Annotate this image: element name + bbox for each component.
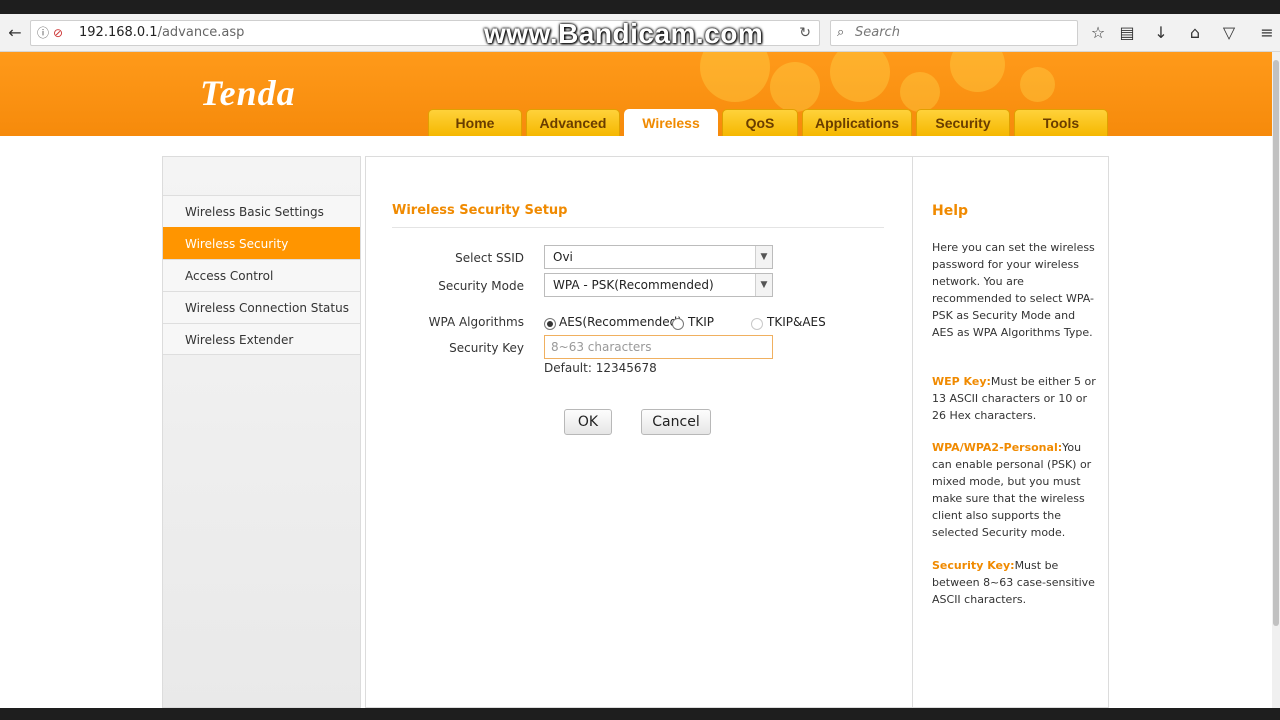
help-sec-key: Security Key:: [932, 559, 1015, 572]
section-divider: [392, 227, 884, 228]
bookmark-star-icon[interactable]: ☆: [1087, 22, 1109, 44]
decor-bubble: [700, 52, 770, 102]
cancel-button[interactable]: Cancel: [641, 409, 711, 435]
security-key-placeholder: 8~63 characters: [551, 340, 652, 354]
router-header: Tenda Home Advanced Wireless QoS Applica…: [0, 52, 1272, 136]
section-title: Wireless Security Setup: [392, 203, 568, 218]
help-wep: WEP Key:Must be either 5 or 13 ASCII cha…: [932, 373, 1100, 424]
radio-aes[interactable]: [544, 318, 556, 330]
radio-tkip-label: TKIP: [688, 315, 714, 329]
help-divider: [912, 157, 913, 709]
download-icon[interactable]: ↓: [1150, 22, 1172, 44]
sidebar-item-wireless-security[interactable]: Wireless Security: [163, 227, 360, 259]
radio-tkip-aes[interactable]: [751, 318, 763, 330]
decor-bubble: [950, 52, 1005, 92]
help-intro: Here you can set the wireless password f…: [932, 241, 1095, 339]
url-path: /advance.asp: [157, 25, 245, 40]
tab-wireless[interactable]: Wireless: [624, 109, 718, 136]
url-host: 192.168.0.1: [79, 25, 158, 40]
help-wep-key: WEP Key:: [932, 375, 991, 388]
reading-list-icon[interactable]: ▤: [1116, 22, 1138, 44]
menu-icon[interactable]: ≡: [1256, 22, 1278, 44]
recorder-watermark: www.Bandicam.com: [484, 18, 764, 49]
ssid-label: Select SSID: [455, 251, 524, 265]
sidebar: Wireless Basic Settings Wireless Securit…: [162, 156, 361, 708]
chevron-down-icon[interactable]: ▼: [755, 246, 772, 268]
decor-bubble: [830, 52, 890, 102]
insecure-icon: ⊘: [53, 26, 64, 40]
help-wpa: WPA/WPA2-Personal:You can enable persona…: [932, 439, 1100, 541]
top-strip: [0, 0, 1280, 14]
tab-applications[interactable]: Applications: [802, 109, 912, 136]
search-placeholder: Search: [855, 25, 900, 40]
security-key-input[interactable]: 8~63 characters: [544, 335, 773, 359]
tab-security[interactable]: Security: [916, 109, 1010, 136]
sidebar-item-connection-status[interactable]: Wireless Connection Status: [163, 291, 360, 323]
help-wpa-key: WPA/WPA2-Personal:: [932, 441, 1063, 454]
decor-bubble: [900, 72, 940, 112]
tab-home[interactable]: Home: [428, 109, 522, 136]
radio-aes-label: AES(Recommended): [559, 315, 682, 329]
search-input[interactable]: ⌕ Search: [830, 20, 1078, 46]
bottom-strip: [0, 708, 1280, 720]
ssid-value: Ovi: [553, 250, 573, 264]
radio-tkip[interactable]: [672, 318, 684, 330]
radio-tkip-aes-label: TKIP&AES: [767, 315, 826, 329]
wpa-algorithms-label: WPA Algorithms: [428, 315, 524, 329]
reload-icon[interactable]: ↻: [799, 21, 811, 45]
sidebar-item-access-control[interactable]: Access Control: [163, 259, 360, 291]
page-scrollbar[interactable]: [1272, 52, 1280, 708]
ok-button[interactable]: OK: [564, 409, 612, 435]
sidebar-item-wireless-extender[interactable]: Wireless Extender: [163, 323, 360, 355]
security-key-label: Security Key: [449, 341, 524, 355]
ssid-select[interactable]: Ovi ▼: [544, 245, 773, 269]
url-text: 192.168.0.1/advance.asp: [79, 21, 244, 45]
security-mode-select[interactable]: WPA - PSK(Recommended) ▼: [544, 273, 773, 297]
tab-qos[interactable]: QoS: [722, 109, 798, 136]
default-key-text: Default: 12345678: [544, 361, 657, 375]
tab-tools[interactable]: Tools: [1014, 109, 1108, 136]
info-icon[interactable]: ⓘ: [37, 21, 49, 45]
home-icon[interactable]: ⌂: [1184, 22, 1206, 44]
sidebar-item-basic-settings[interactable]: Wireless Basic Settings: [163, 195, 360, 227]
decor-bubble: [1020, 67, 1055, 102]
scrollbar-thumb[interactable]: [1273, 60, 1279, 626]
back-arrow-icon[interactable]: ←: [4, 22, 26, 44]
security-mode-label: Security Mode: [438, 279, 524, 293]
pocket-icon[interactable]: ▽: [1218, 22, 1240, 44]
help-wpa-text: You can enable personal (PSK) or mixed m…: [932, 441, 1092, 539]
help-title: Help: [932, 203, 969, 219]
chevron-down-icon[interactable]: ▼: [755, 274, 772, 296]
help-security-key: Security Key:Must be between 8~63 case-s…: [932, 557, 1100, 608]
search-icon: ⌕: [837, 25, 845, 40]
security-mode-value: WPA - PSK(Recommended): [553, 278, 714, 292]
tab-advanced[interactable]: Advanced: [526, 109, 620, 136]
main-panel: Wireless Security Setup Select SSID Ovi …: [365, 156, 1109, 709]
tenda-logo: Tenda: [200, 73, 296, 113]
decor-bubble: [770, 62, 820, 112]
